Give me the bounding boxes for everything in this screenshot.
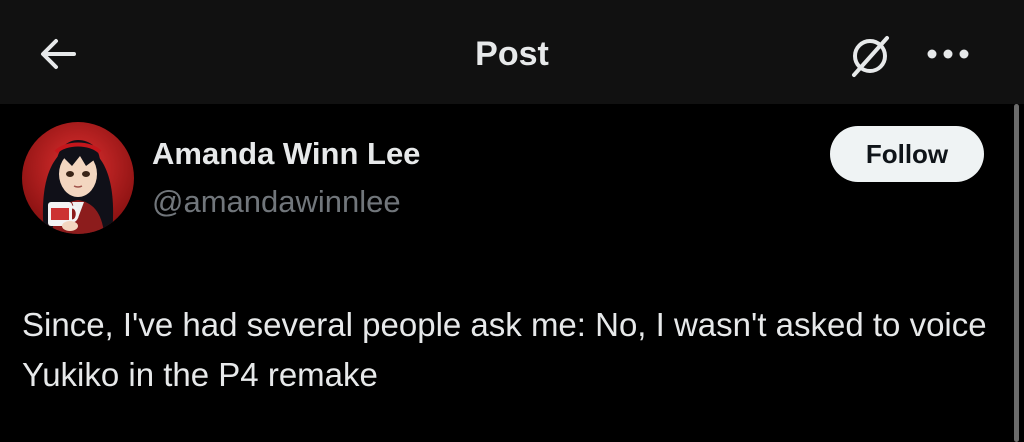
back-button[interactable] [34,30,82,78]
grok-slash-circle-icon [852,36,889,77]
avatar[interactable] [22,122,134,234]
more-horizontal-icon [927,49,969,59]
post-text: Since, I've had several people ask me: N… [22,306,987,393]
author-display-name[interactable]: Amanda Winn Lee [152,134,420,174]
follow-button[interactable]: Follow [830,126,984,182]
scrollbar[interactable] [1014,104,1019,442]
anime-character-avatar [22,122,134,234]
author-handle[interactable]: @amandawinnlee [152,182,401,222]
more-options-button[interactable] [920,30,976,78]
top-bar: Post [0,0,1024,104]
grok-button[interactable] [844,30,896,82]
arrow-left-icon [41,39,76,69]
